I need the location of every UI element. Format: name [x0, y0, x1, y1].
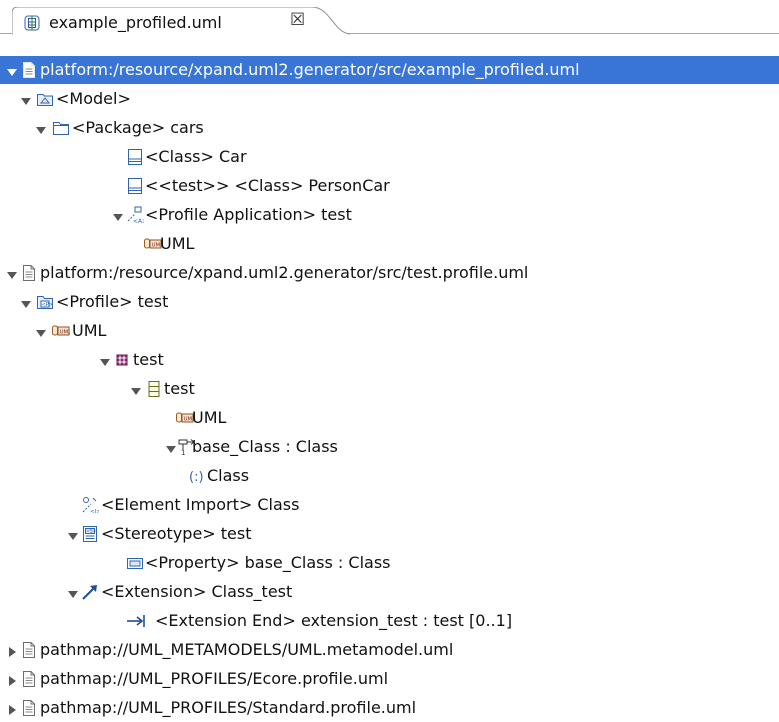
file-icon — [20, 670, 38, 688]
tree-row-label: <Model> — [56, 89, 131, 108]
tree-row[interactable]: <S> <Stereotype> test — [0, 520, 779, 548]
profile-application-icon: <A> — [126, 206, 147, 225]
svg-text:<A>: <A> — [133, 218, 144, 224]
tree-row[interactable]: test — [0, 375, 779, 403]
tree-row[interactable]: <A><Profile Application> test — [0, 201, 779, 229]
expand-triangle-right-icon[interactable] — [6, 643, 18, 657]
tree-row[interactable]: pathmap://UML_PROFILES/Ecore.profile.uml — [0, 665, 779, 693]
expand-triangle-down-icon[interactable] — [6, 63, 18, 76]
profile-icon: <P> — [36, 293, 54, 311]
tree-row-label: UML — [192, 408, 227, 427]
tree-row[interactable]: test — [0, 346, 779, 374]
expand-triangle-right-icon[interactable] — [6, 701, 18, 715]
tree-row-label: pathmap://UML_PROFILES/Ecore.profile.uml — [40, 669, 389, 688]
tree-row[interactable]: <Model> — [0, 85, 779, 113]
expand-triangle-right-icon[interactable] — [6, 672, 18, 686]
uml-model-file-icon — [24, 15, 40, 31]
tree-row-label: UML — [72, 321, 107, 340]
expand-triangle-down-icon[interactable] — [20, 295, 32, 308]
expand-triangle-down-icon[interactable] — [67, 527, 79, 540]
svg-text:1: 1 — [181, 449, 185, 456]
tree-row-label: <Stereotype> test — [101, 524, 252, 543]
eclass-icon — [145, 380, 163, 398]
tree-row-label: <Profile Application> test — [145, 205, 352, 224]
tree-row-label: UML — [160, 234, 195, 253]
ecore-package-icon — [113, 351, 131, 369]
tree-row[interactable]: <<test>> <Class> PersonCar — [0, 172, 779, 200]
tree-row-label: platform:/resource/xpand.uml2.generator/… — [40, 263, 529, 282]
property-icon — [126, 554, 144, 572]
expand-triangle-down-icon[interactable] — [67, 585, 79, 598]
tree-row[interactable]: <Extension> Class_test — [0, 578, 779, 606]
class-icon — [126, 177, 144, 195]
tree-row[interactable]: (:) Class — [0, 462, 779, 490]
uml-reference-icon: UML — [52, 322, 72, 340]
element-import-icon: <I> — [81, 496, 101, 515]
tree-row-label: test — [133, 350, 164, 369]
tree-row-label: pathmap://UML_PROFILES/Standard.profile.… — [40, 698, 417, 717]
tree-row[interactable]: <I> <Element Import> Class — [0, 491, 779, 519]
tree-row[interactable]: pathmap://UML_PROFILES/Standard.profile.… — [0, 694, 779, 722]
svg-text:UML: UML — [60, 330, 71, 336]
expand-triangle-down-icon[interactable] — [165, 440, 177, 453]
tree-row-label: base_Class : Class — [192, 437, 338, 456]
extension-icon — [81, 583, 99, 601]
expand-triangle-down-icon[interactable] — [20, 92, 32, 105]
tree-row-label: pathmap://UML_METAMODELS/UML.metamodel.u… — [40, 640, 454, 659]
tree-row[interactable]: pathmap://UML_METAMODELS/UML.metamodel.u… — [0, 636, 779, 664]
tree-row[interactable]: 1 base_Class : Class — [0, 433, 779, 461]
tree-row-label: <Class> Car — [145, 147, 247, 166]
tree-row[interactable]: UML UML — [0, 317, 779, 345]
svg-text:<P>: <P> — [42, 302, 53, 308]
expand-triangle-down-icon[interactable] — [130, 382, 142, 395]
expand-triangle-down-icon[interactable] — [35, 121, 47, 134]
tree-row-label: <Profile> test — [56, 292, 169, 311]
tree-row[interactable]: <Property> base_Class : Class — [0, 549, 779, 577]
package-icon — [52, 119, 70, 137]
generic-type-icon: (:) — [188, 467, 206, 485]
stereotype-icon: <S> — [81, 525, 99, 543]
file-icon — [20, 699, 38, 717]
tab-example-profiled[interactable]: example_profiled.uml ☒ — [12, 7, 350, 35]
file-icon — [20, 264, 38, 282]
model-icon — [36, 90, 54, 108]
extension-end-icon — [126, 612, 145, 630]
tree-row-label: <Extension> Class_test — [101, 582, 293, 601]
tab-close-button[interactable]: ☒ — [290, 10, 305, 30]
tree-row-label: platform:/resource/xpand.uml2.generator/… — [40, 60, 580, 79]
expand-triangle-down-icon[interactable] — [6, 266, 18, 279]
tree-row-label: Class — [207, 466, 250, 485]
tree-row[interactable]: <Class> Car — [0, 143, 779, 171]
tree-row-label: test — [164, 379, 195, 398]
svg-text:<S>: <S> — [86, 529, 97, 535]
expand-triangle-down-icon[interactable] — [35, 324, 47, 337]
tree-row-label: <Package> cars — [72, 118, 204, 137]
tree-row[interactable]: <Extension End> extension_test : test [0… — [0, 607, 779, 635]
svg-text:<I>: <I> — [90, 509, 99, 514]
editor-tab-strip: example_profiled.uml ☒ — [0, 0, 779, 35]
tree-row-label: <Property> base_Class : Class — [145, 553, 391, 572]
tree-row[interactable]: platform:/resource/xpand.uml2.generator/… — [0, 259, 779, 287]
tree-row-label: <Extension End> extension_test : test [0… — [155, 611, 513, 630]
tree-row[interactable]: UML UML — [0, 404, 779, 432]
file-icon — [20, 641, 38, 659]
tree-row-label: <<test>> <Class> PersonCar — [145, 176, 390, 195]
file-icon — [20, 61, 38, 79]
svg-text:(:): (:) — [189, 470, 204, 485]
expand-triangle-down-icon[interactable] — [112, 208, 124, 221]
tree-row[interactable]: <Package> cars — [0, 114, 779, 142]
tab-title: example_profiled.uml — [49, 13, 222, 32]
tree-row[interactable]: UML UML — [0, 230, 779, 258]
expand-triangle-down-icon[interactable] — [99, 353, 111, 366]
class-icon — [126, 148, 144, 166]
tree-row-label: <Element Import> Class — [101, 495, 300, 514]
tree-row[interactable]: <P> <Profile> test — [0, 288, 779, 316]
tree-row[interactable]: platform:/resource/xpand.uml2.generator/… — [0, 56, 779, 84]
